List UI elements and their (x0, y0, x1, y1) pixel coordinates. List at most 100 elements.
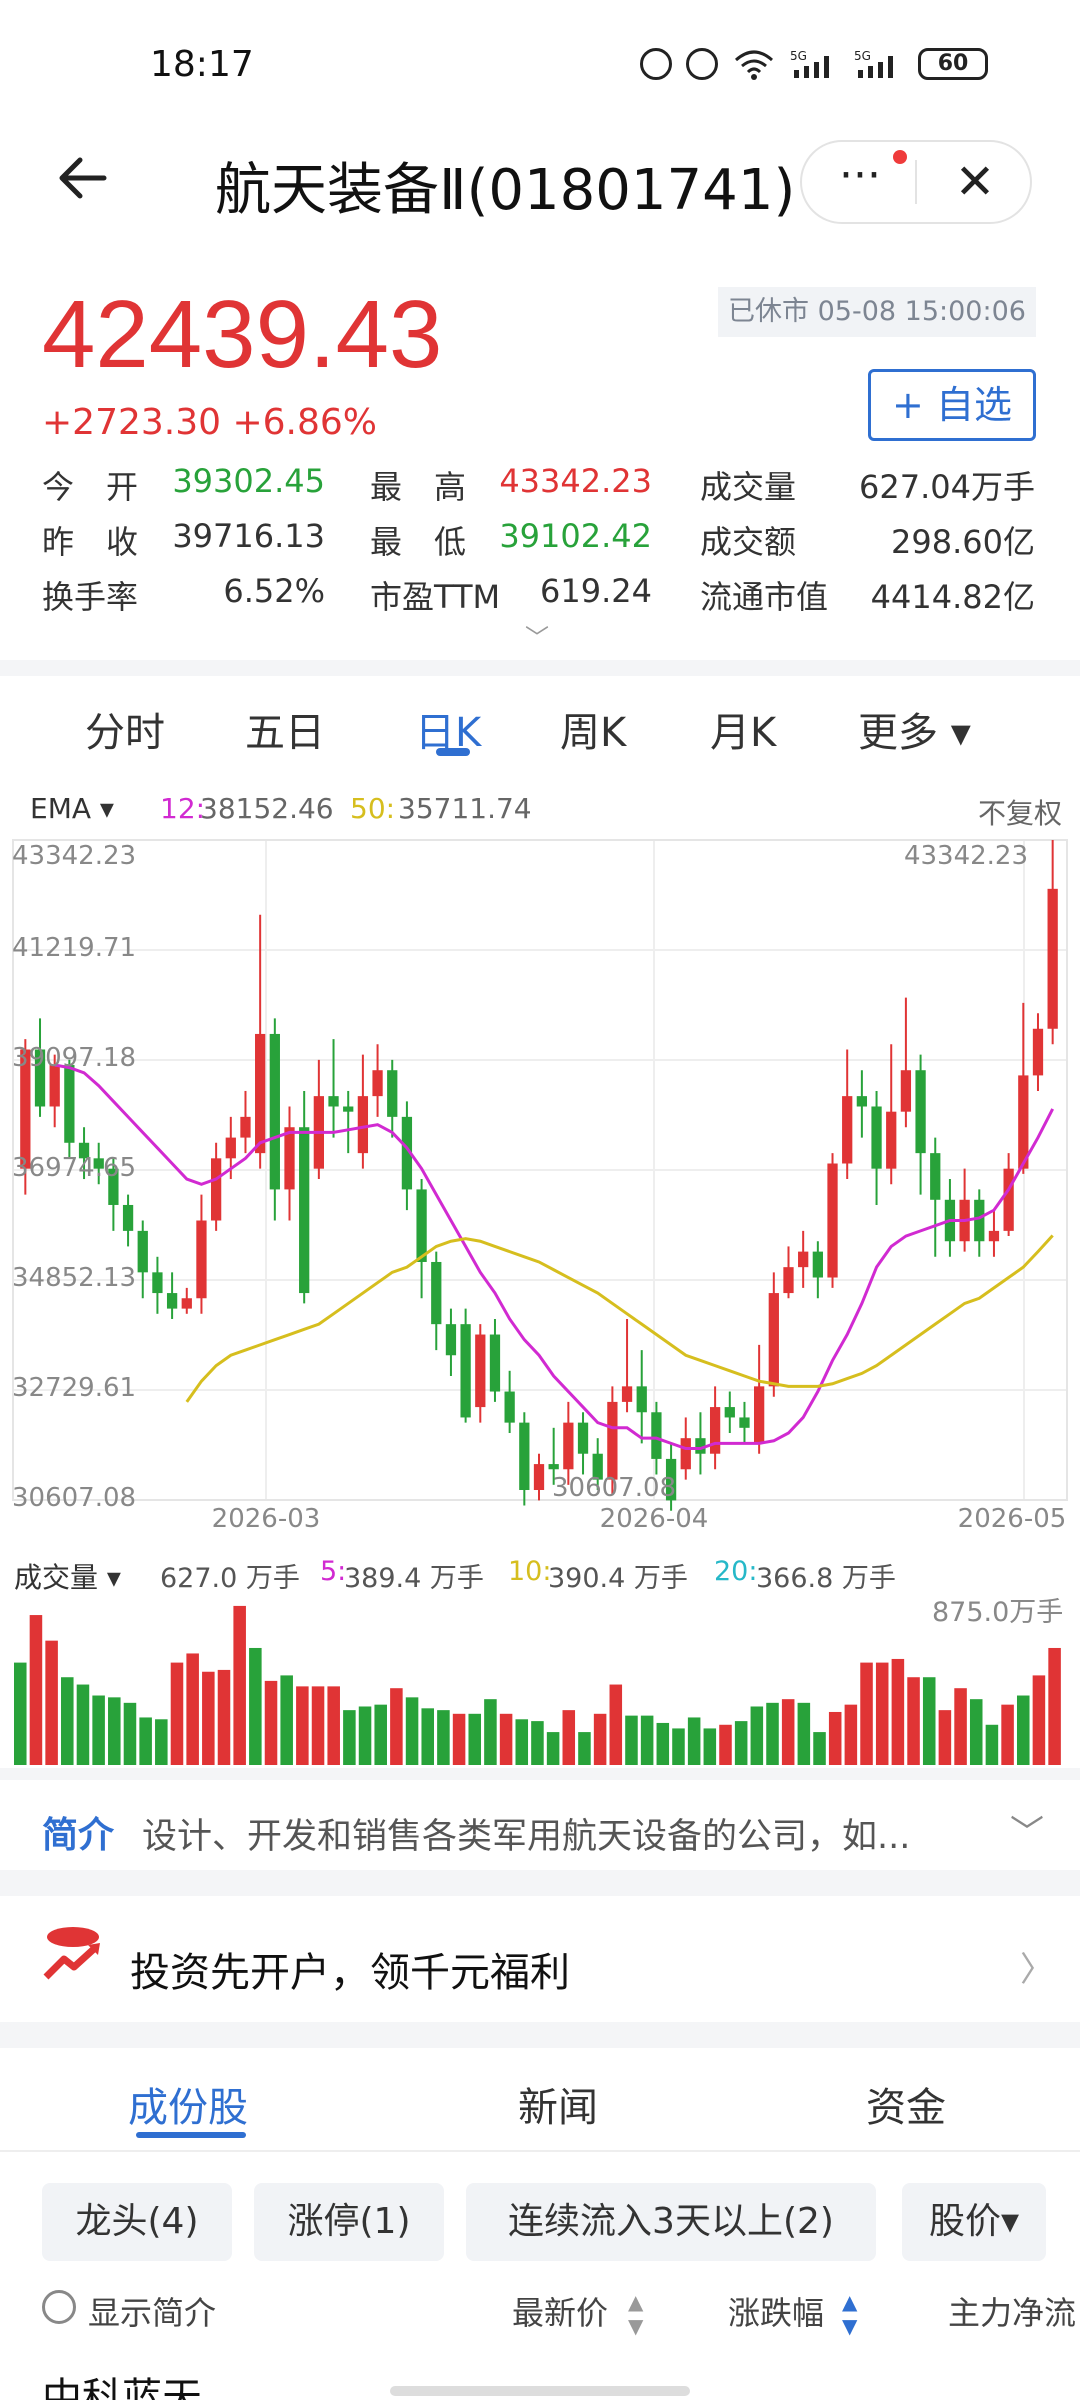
volume-bar (703, 1728, 717, 1765)
volume-bar (860, 1662, 873, 1765)
candle (1032, 1028, 1044, 1076)
close-button[interactable]: ✕ (935, 150, 1015, 214)
price-change: +2723.30 +6.86% (42, 402, 378, 443)
more-button[interactable]: ··· (815, 150, 905, 214)
chevron-down-icon[interactable]: ﹀ (1010, 1805, 1044, 1854)
volume-bar (922, 1677, 936, 1765)
signal-5g-icon: 5G (854, 49, 893, 78)
volume-bar (327, 1686, 340, 1765)
volume-bar (1048, 1647, 1061, 1765)
back-arrow-icon[interactable] (54, 150, 110, 206)
volume-bar (484, 1699, 497, 1765)
volume-bar (186, 1653, 199, 1765)
tab-divider (0, 2150, 1080, 2152)
candle (709, 1407, 721, 1454)
show-intro-radio[interactable] (42, 2290, 76, 2324)
candle (1047, 888, 1058, 1029)
quote-stat-label: 今 开 (42, 468, 139, 506)
candle (343, 1106, 354, 1112)
volume-bar (421, 1708, 434, 1765)
volume-bar (123, 1702, 137, 1765)
tab-more[interactable]: 更多 ▾ (858, 700, 971, 758)
sort-icon[interactable]: ▲ ▼ (842, 2290, 857, 2338)
volume-bar (1001, 1704, 1014, 1765)
last-price: 42439.43 (42, 281, 443, 388)
candle (724, 1407, 735, 1418)
ema50-line (185, 1234, 1054, 1403)
candle (196, 1220, 207, 1299)
candle (621, 1386, 633, 1402)
volume-chart[interactable] (12, 1595, 1068, 1765)
tab-fenshi[interactable]: 分时 (85, 700, 165, 758)
volume-bar (593, 1713, 607, 1765)
column-change-pct[interactable]: 涨跌幅 (728, 2288, 824, 2334)
volume-bar (609, 1684, 623, 1765)
section-divider (0, 1870, 1080, 1896)
quote-stat-label: 最 低 (370, 523, 467, 561)
candle (827, 1163, 838, 1278)
filter-chip[interactable]: 连续流入3天以上(2) (466, 2183, 876, 2261)
filter-chip[interactable]: 股价▾ (902, 2183, 1046, 2261)
open-account-banner[interactable]: 投资先开户，领千元福利 (130, 1940, 570, 1998)
signal-5g-icon: 5G (790, 49, 829, 78)
volume-bar (249, 1647, 262, 1765)
candle (871, 1106, 882, 1169)
tab-rik[interactable]: 日K (415, 700, 481, 758)
tab-wuri[interactable]: 五日 (245, 700, 325, 758)
volume-bar (672, 1728, 685, 1765)
volume-selector[interactable]: 成交量 ▾ (14, 1556, 121, 1596)
tab-components[interactable]: 成份股 (128, 2075, 248, 2133)
column-latest-price[interactable]: 最新价 (512, 2288, 608, 2334)
sort-icon[interactable]: ▲ ▼ (628, 2290, 643, 2338)
volume-bar (264, 1680, 278, 1765)
volume-bar (92, 1695, 105, 1765)
expand-chevron-icon[interactable]: ﹀ (525, 618, 549, 653)
indicator-selector[interactable]: EMA ▾ (30, 792, 114, 825)
candle (680, 1438, 691, 1470)
volume-bar (45, 1640, 58, 1765)
quote-stat-label: 换手率 (42, 578, 139, 616)
volume-bar (1032, 1675, 1046, 1765)
volume-bar (797, 1702, 811, 1765)
column-main-net-flow[interactable]: 主力净流 (948, 2288, 1076, 2334)
volume-bar (170, 1662, 184, 1765)
adjust-selector[interactable]: 不复权 (978, 792, 1062, 832)
show-intro-label[interactable]: 显示简介 (88, 2288, 216, 2334)
candle (225, 1137, 236, 1159)
quote-stat-value: 43342.23 (499, 462, 652, 500)
kline-chart[interactable]: 43342.23 41219.71 39097.18 36974.65 34852.13… (12, 830, 1068, 1530)
volume-bar (217, 1669, 231, 1765)
volume-total: 627.0 万手 (160, 1563, 300, 1594)
filter-chip[interactable]: 涨停(1) (254, 2183, 444, 2261)
volume-bar (828, 1711, 842, 1765)
candle (519, 1422, 530, 1491)
x-tick-label: 2026-03 (212, 1504, 321, 1530)
candle (563, 1422, 574, 1470)
volume-bar (280, 1675, 293, 1765)
volume-bar (734, 1721, 748, 1765)
tab-news[interactable]: 新闻 (518, 2075, 598, 2133)
tab-zhouk[interactable]: 周K (560, 700, 626, 758)
chevron-right-icon[interactable]: 〉 (1020, 1942, 1054, 1991)
intro-text[interactable]: 设计、开发和销售各类军用航天设备的公司，如... (142, 1808, 1022, 1859)
tab-funds[interactable]: 资金 (866, 2075, 946, 2133)
quote-stat-value: 4414.82亿 (870, 578, 1035, 616)
wifi-icon (735, 50, 773, 80)
status-time: 18:17 (150, 44, 254, 85)
candle (284, 1127, 295, 1190)
battery-icon: 60 (918, 48, 988, 80)
section-divider (0, 1768, 1080, 1780)
y-tick-label: 34852.13 (12, 1263, 136, 1293)
volume-bar (562, 1710, 576, 1765)
table-row[interactable]: 中科蓝天 (42, 2365, 202, 2400)
candle (372, 1070, 383, 1097)
ema50-value: 35711.74 (398, 792, 532, 825)
candle (64, 1065, 75, 1143)
volume-bar (813, 1732, 826, 1765)
volume-bar (907, 1677, 920, 1765)
tab-yuek[interactable]: 月K (710, 700, 776, 758)
filter-chip[interactable]: 龙头(4) (42, 2183, 232, 2261)
alarm-icon (640, 48, 672, 80)
candle (431, 1261, 442, 1325)
add-watchlist-button[interactable]: + 自选 (868, 369, 1036, 441)
